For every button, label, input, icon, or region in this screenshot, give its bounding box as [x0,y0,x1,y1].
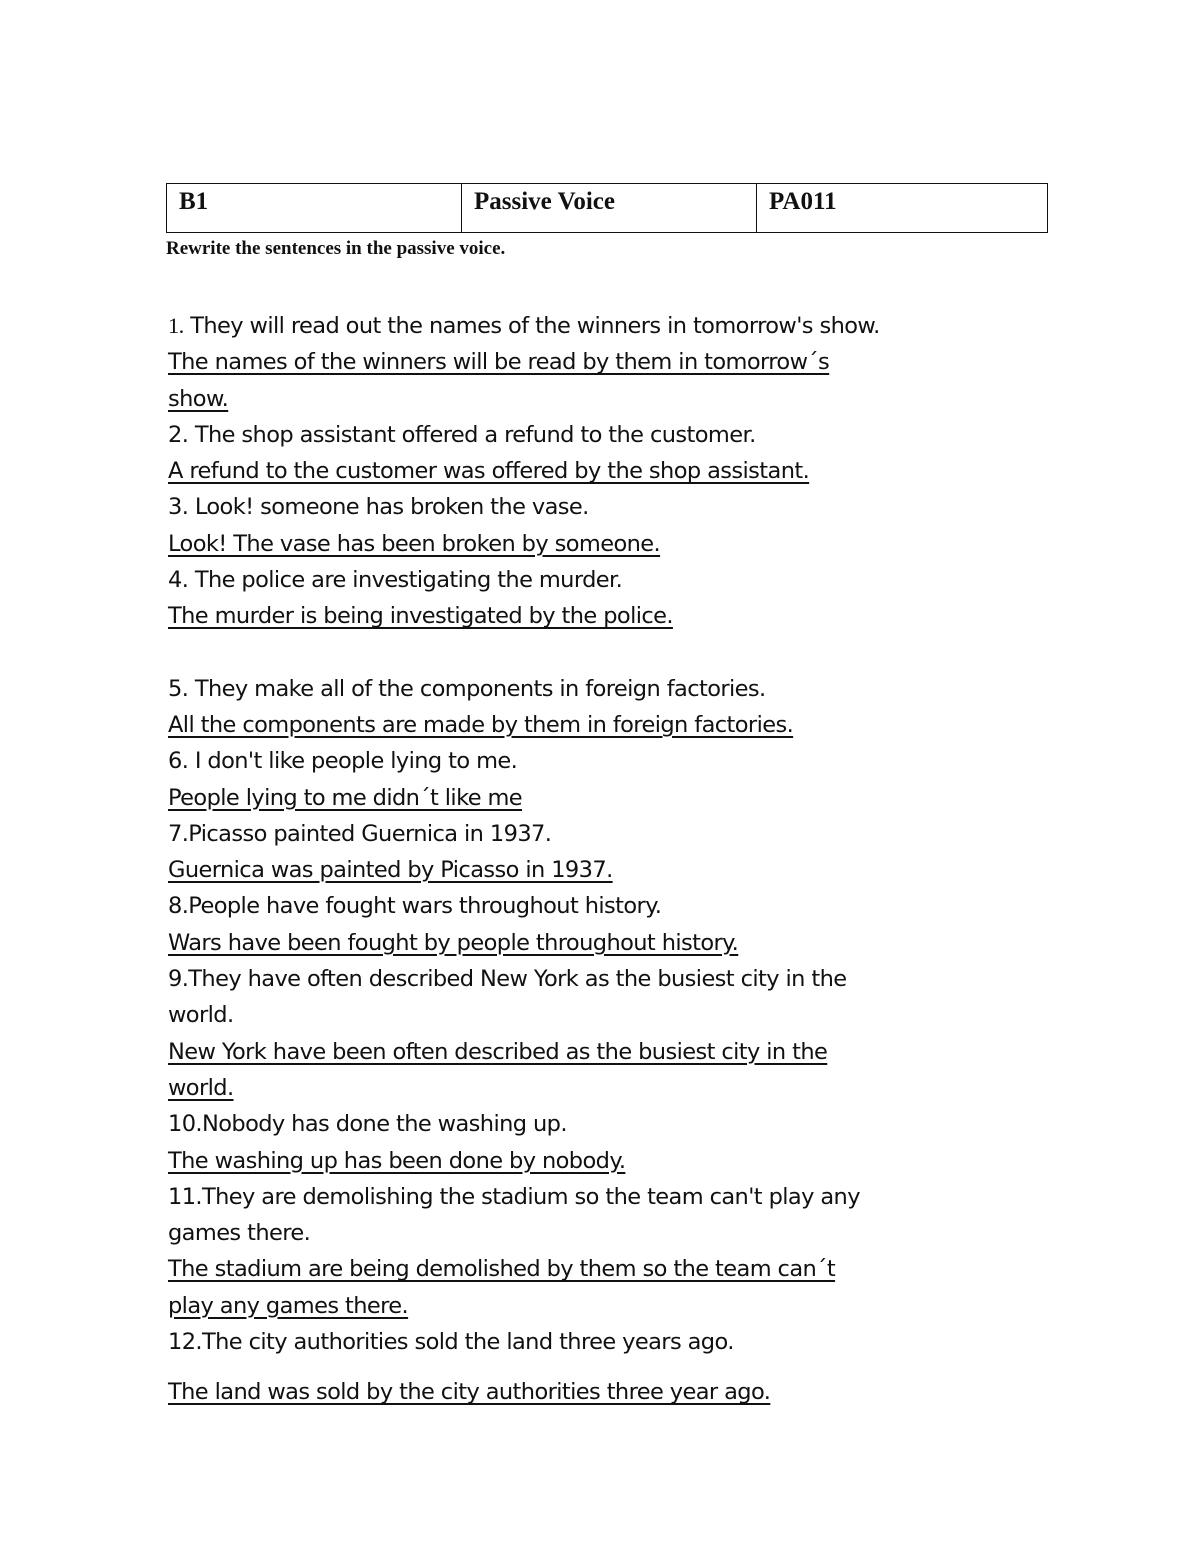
answer-4: The murder is being investigated by the … [168,603,674,630]
header-table: B1 Passive Voice PA011 [166,183,1048,233]
answer-11-line-2: play any games there. [168,1292,409,1319]
answer-11-line-1: The stadium are being demolished by them… [168,1256,836,1283]
question-8: 8.People have fought wars throughout his… [168,893,662,920]
worksheet-page: B1 Passive Voice PA011 Rewrite the sente… [0,0,1200,1553]
question-3: 3. Look! someone has broken the vase. [168,494,589,521]
question-10: 10.Nobody has done the washing up. [168,1111,568,1138]
question-1: 1. They will read out the names of the w… [168,313,880,339]
topic-cell: Passive Voice [462,184,757,232]
answer-9-line-2: world. [168,1074,234,1101]
question-4: 4. The police are investigating the murd… [168,567,623,594]
question-2: 2. The shop assistant offered a refund t… [168,421,756,448]
answer-10: The washing up has been done by nobody. [168,1147,626,1174]
question-6: 6. I don't like people lying to me. [168,748,518,775]
answer-5: All the components are made by them in f… [168,711,794,738]
answer-2: A refund to the customer was offered by … [168,458,810,485]
question-9-line-1: 9.They have often described New York as … [168,966,847,993]
question-11-line-2: games there. [168,1220,311,1247]
question-11-line-1: 11.They are demolishing the stadium so t… [168,1183,861,1210]
answer-3: Look! The vase has been broken by someon… [168,530,661,557]
exercise-list: 1. They will read out the names of the w… [168,308,1048,1411]
level-cell: B1 [167,184,462,232]
answer-1-line-1: The names of the winners will be read by… [168,349,830,376]
answer-7: Guernica was painted by Picasso in 1937. [168,857,613,884]
instruction: Rewrite the sentences in the passive voi… [166,238,506,259]
answer-9-line-1: New York have been often described as th… [168,1038,828,1065]
question-5: 5. They make all of the components in fo… [168,675,766,702]
question-12: 12.The city authorities sold the land th… [168,1329,734,1356]
question-9-line-2: world. [168,1002,234,1029]
code-cell: PA011 [769,188,837,215]
answer-12: The land was sold by the city authoritie… [168,1379,771,1406]
answer-6: People lying to me didn´t like me [168,784,523,811]
answer-8: Wars have been fought by people througho… [168,929,739,956]
question-7: 7.Picasso painted Guernica in 1937. [168,820,552,847]
answer-1-line-2: show. [168,385,229,412]
